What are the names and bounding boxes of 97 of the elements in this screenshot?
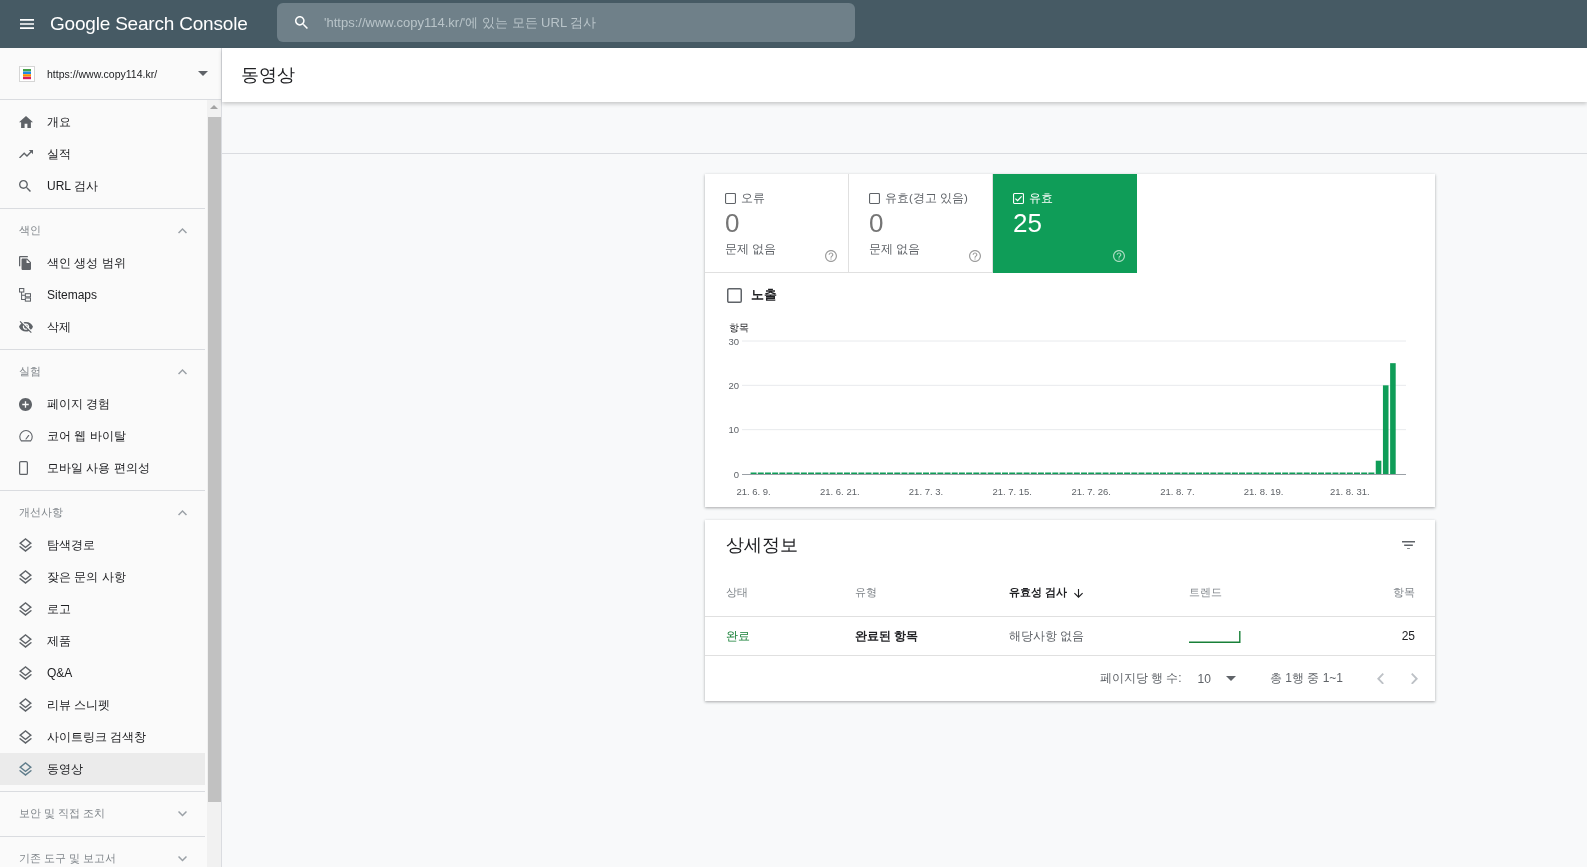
column-header[interactable]: 트렌드 [1189, 586, 1222, 600]
sidebar-item[interactable]: URL 검사 [0, 170, 205, 202]
table-cell: 완료된 항목 [855, 627, 919, 645]
sidebar-item[interactable]: 제품 [0, 625, 205, 657]
sidebar-item[interactable]: 개요 [0, 106, 205, 138]
dropdown-caret-icon [198, 71, 208, 76]
layers-icon [19, 730, 32, 744]
sidebar-item[interactable]: 동영상 [0, 753, 205, 785]
page-title: 동영상 [241, 64, 295, 87]
sidebar-item[interactable]: 코어 웹 바이탈 [0, 420, 205, 452]
status-tile[interactable]: 유효 25 [993, 174, 1137, 273]
y-tick-label: 0 [733, 468, 739, 480]
x-tick-label: 21. 6. 9. [736, 486, 771, 497]
table-cell: 25 [1401, 629, 1415, 643]
home-icon [19, 116, 33, 128]
sidebar-item[interactable]: 사이트링크 검색창 [0, 721, 205, 753]
chevron-right-icon [1411, 672, 1418, 685]
sidebar-item[interactable]: 리뷰 스니펫 [0, 689, 205, 721]
x-tick-label: 21. 7. 26. [1071, 486, 1111, 497]
column-header[interactable]: 항목 [1393, 586, 1415, 600]
page-range-text: 총 1행 중 1~1 [1269, 670, 1343, 687]
checkbox-label: 노출 [751, 286, 777, 304]
sidebar-item[interactable]: Q&A [0, 657, 205, 689]
section-header[interactable]: 개선사항 [0, 506, 205, 520]
sidebar-item[interactable]: 로고 [0, 593, 205, 625]
tile-note: 문제 없음 [869, 242, 921, 256]
search-icon [19, 180, 31, 192]
help-icon[interactable] [969, 250, 981, 262]
status-tile[interactable]: 유효(경고 있음) 0 문제 없음 [849, 174, 993, 273]
layers-icon [19, 666, 32, 680]
tile-note: 문제 없음 [725, 242, 777, 256]
card-title: 상세정보 [726, 534, 798, 557]
checkbox[interactable] [727, 287, 742, 303]
layers-icon [19, 570, 32, 584]
layers-icon [19, 538, 32, 552]
status-tile[interactable]: 오류 0 문제 없음 [705, 174, 849, 273]
x-tick-label: 21. 7. 15. [992, 486, 1032, 497]
scroll-up-arrow-icon[interactable] [210, 105, 218, 109]
sidebar-item[interactable]: 실적 [0, 138, 205, 170]
tile-value: 0 [725, 208, 740, 238]
trend-sparkline [1189, 629, 1241, 643]
sidebar-item[interactable]: 모바일 사용 편의성 [0, 452, 205, 484]
layers-icon [19, 634, 32, 648]
sidebar-item[interactable]: 삭제 [0, 311, 205, 343]
sidebar-item[interactable]: 탐색경로 [0, 529, 205, 561]
column-header[interactable]: 유효성 검사 [1009, 586, 1083, 600]
layers-icon [19, 762, 32, 776]
site-favicon-icon [19, 65, 35, 82]
rows-per-page-select[interactable]: 10 [1197, 671, 1236, 686]
y-axis-title: 항목 [729, 322, 749, 333]
section-header[interactable]: 색인 [0, 224, 205, 238]
x-tick-label: 21. 8. 19. [1243, 486, 1284, 497]
sidebar-item[interactable]: Sitemaps [0, 279, 205, 311]
dropdown-caret-icon [1225, 676, 1236, 681]
x-tick-label: 21. 8. 7. [1160, 486, 1195, 497]
tile-value: 25 [1013, 208, 1042, 238]
status-text: 완료 [726, 627, 750, 645]
search-icon [295, 16, 308, 29]
eye-off-icon [19, 321, 33, 333]
y-tick-label: 10 [728, 424, 739, 436]
help-icon[interactable] [825, 250, 837, 262]
tile-label: 오류 [741, 190, 765, 206]
app-logo: Google Search Console [50, 13, 248, 35]
gauge-icon [19, 430, 33, 442]
trending-up-icon [19, 149, 33, 159]
y-tick-label: 30 [728, 335, 739, 347]
tile-label: 유효(경고 있음) [885, 190, 968, 206]
sidebar-item[interactable]: 페이지 경험 [0, 388, 205, 420]
tile-value: 0 [869, 208, 884, 238]
copy-icon [19, 256, 31, 270]
y-tick-label: 20 [728, 379, 739, 391]
search-field[interactable]: 'https://www.copy114.kr/'에 있는 모든 URL 검사 [277, 3, 855, 42]
section-header[interactable]: 보안 및 직접 조치 [0, 807, 205, 821]
column-header[interactable]: 유형 [855, 586, 877, 600]
section-header[interactable]: 기존 도구 및 보고서 [0, 852, 205, 866]
checkbox[interactable] [869, 192, 880, 204]
sidebar-item[interactable]: 색인 생성 범위 [0, 247, 205, 279]
filter-icon[interactable] [1402, 540, 1415, 550]
sidebar-item[interactable]: 잦은 문의 사항 [0, 561, 205, 593]
chevron-left-icon [1377, 672, 1384, 685]
x-tick-label: 21. 6. 21. [820, 486, 860, 497]
x-tick-label: 21. 7. 3. [908, 486, 944, 497]
help-icon[interactable] [1113, 250, 1125, 262]
table-cell: 해당사항 없음 [1009, 627, 1085, 645]
phone-icon [19, 461, 28, 475]
x-tick-label: 21. 8. 31. [1330, 486, 1370, 497]
layers-icon [19, 698, 32, 712]
sitemap-icon [19, 288, 31, 302]
rows-per-page-label: 페이지당 행 수: [1099, 670, 1182, 687]
column-header[interactable]: 상태 [726, 586, 748, 600]
checkbox[interactable] [725, 192, 736, 204]
section-header[interactable]: 실험 [0, 365, 205, 379]
property-selector[interactable]: https://www.copy114.kr/ [0, 48, 221, 100]
layers-icon [19, 602, 32, 616]
tile-label: 유효 [1029, 190, 1053, 206]
sort-arrow-icon [1073, 588, 1083, 598]
menu-icon[interactable] [20, 19, 34, 29]
